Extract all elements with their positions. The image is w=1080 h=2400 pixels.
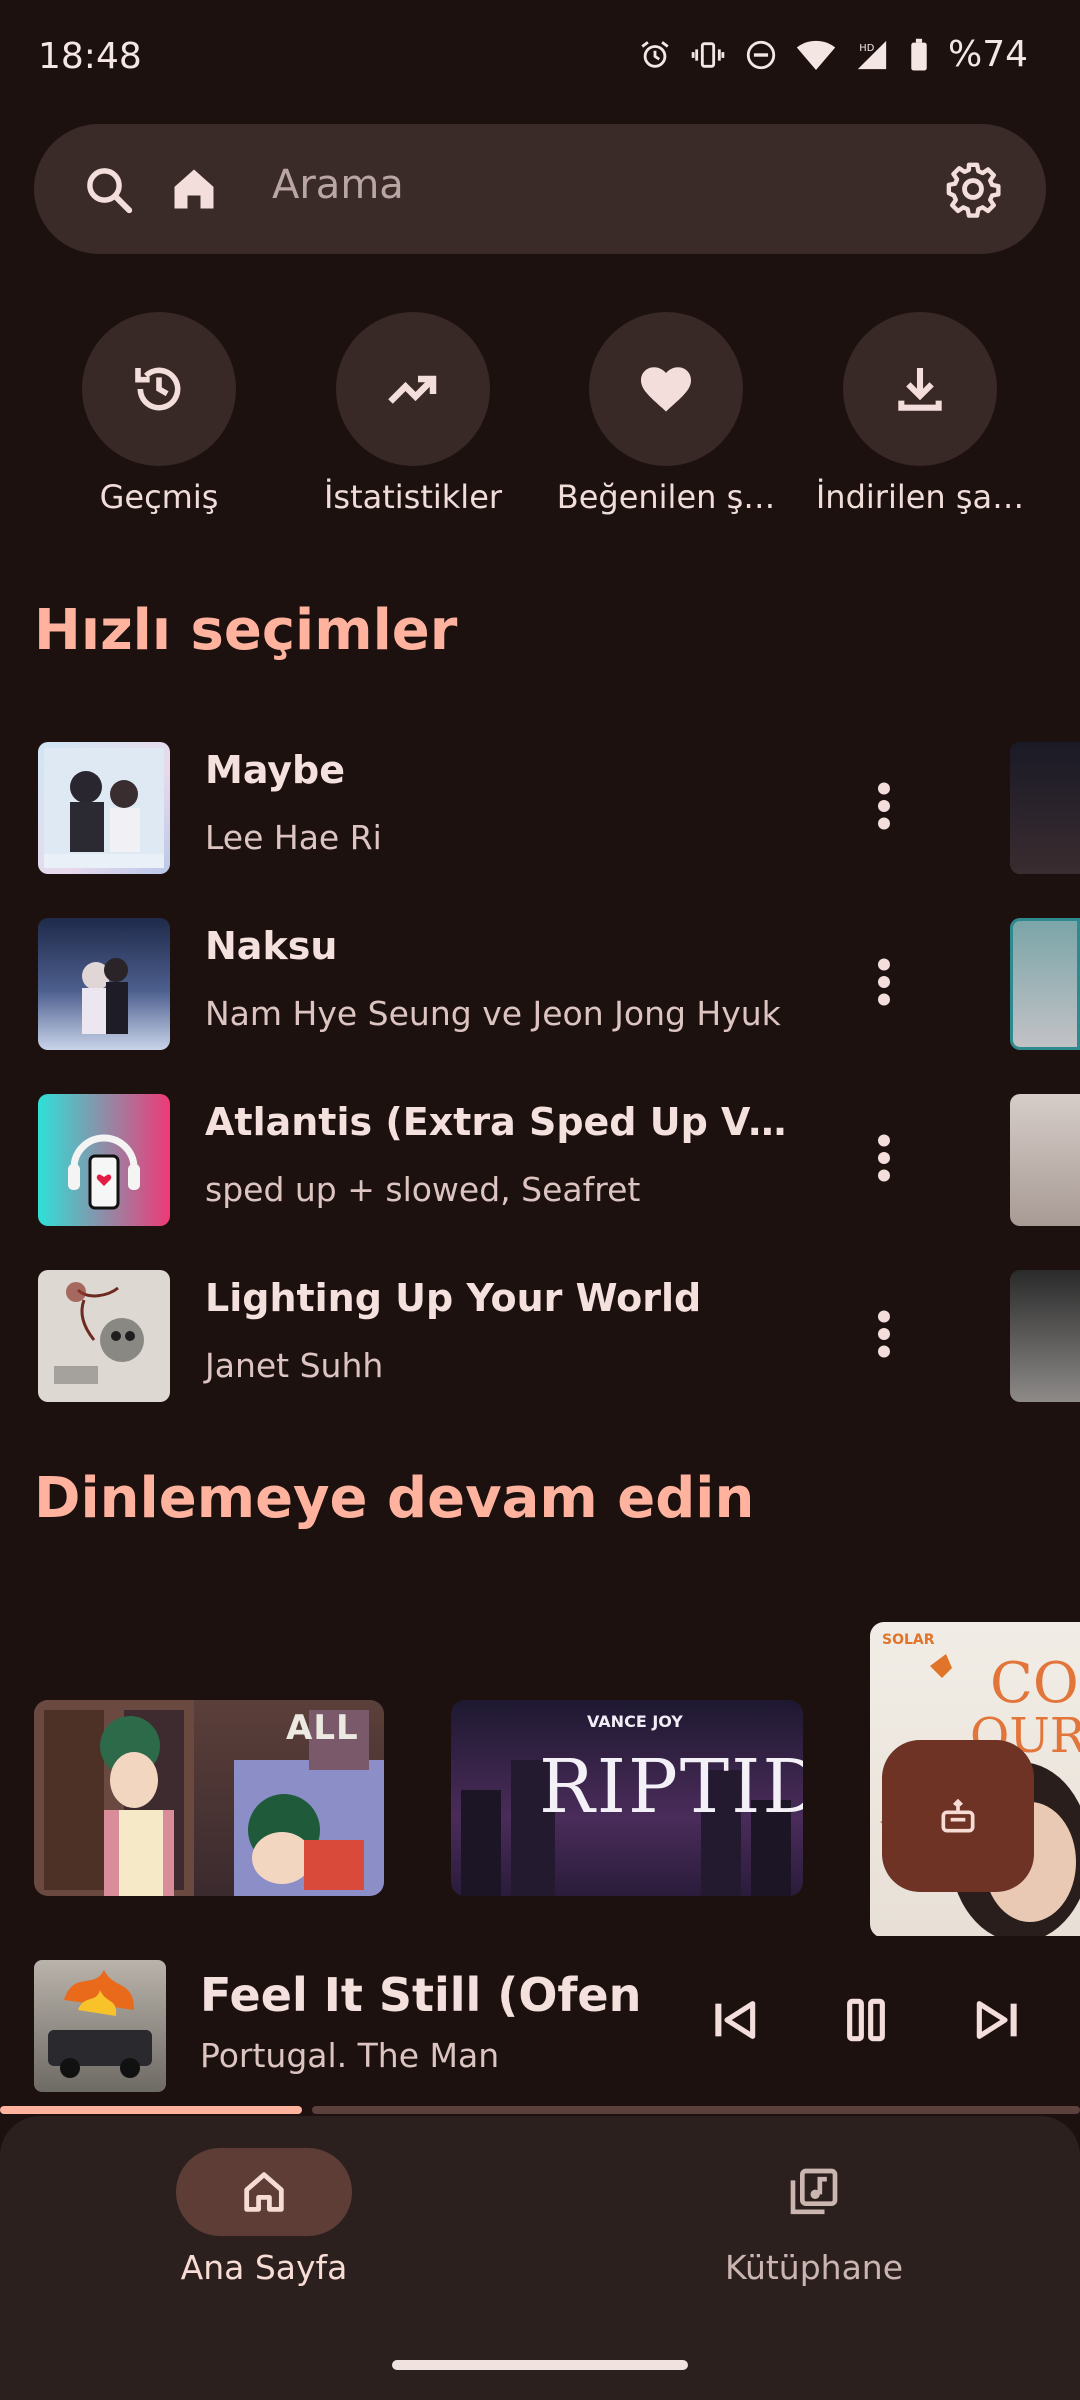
song-title: Atlantis (Extra Sped Up Vers… xyxy=(205,1100,805,1144)
now-playing-artist: Portugal. The Man xyxy=(200,2036,500,2075)
continue-card[interactable]: ALL xyxy=(34,1700,384,1896)
status-icons: HD %74 xyxy=(638,34,1028,75)
battery-icon xyxy=(908,38,930,72)
album-art xyxy=(38,742,170,874)
quick-action-label: Beğenilen ş… xyxy=(556,478,776,516)
song-row[interactable]: Maybe Lee Hae Ri xyxy=(0,724,1000,884)
alarm-icon xyxy=(638,38,672,72)
quick-action-stats[interactable]: İstatistikler xyxy=(297,312,529,516)
svg-text:CO: CO xyxy=(990,1651,1079,1716)
gear-icon[interactable] xyxy=(944,160,1002,218)
wifi-icon xyxy=(796,38,836,72)
search-bar[interactable]: Arama xyxy=(34,124,1046,254)
download-icon xyxy=(892,361,948,417)
card-poster-text: ALL xyxy=(286,1708,359,1748)
vibrate-icon xyxy=(690,38,726,72)
library-music-icon xyxy=(786,2164,842,2220)
fab-button[interactable] xyxy=(882,1740,1034,1892)
card-title-text: RIPTIDE xyxy=(539,1744,803,1830)
quick-action-circle[interactable] xyxy=(336,312,490,466)
quick-pick-peek-art[interactable] xyxy=(1010,1094,1080,1226)
nav-library-pill[interactable] xyxy=(726,2148,902,2236)
song-artist: Janet Suhh xyxy=(205,1346,384,1385)
continue-card[interactable]: VANCE JOY RIPTIDE xyxy=(451,1700,803,1896)
album-art xyxy=(38,1094,170,1226)
gesture-home-bar[interactable] xyxy=(392,2360,688,2370)
quick-action-circle[interactable] xyxy=(82,312,236,466)
quick-action-downloaded[interactable]: İndirilen şa… xyxy=(804,312,1036,516)
skip-next-icon[interactable] xyxy=(970,1992,1026,2048)
home-icon xyxy=(238,2166,290,2218)
now-playing-art xyxy=(34,1960,166,2092)
song-artist: Lee Hae Ri xyxy=(205,818,382,857)
pause-icon[interactable] xyxy=(838,1992,894,2048)
album-art xyxy=(38,1270,170,1402)
song-title: Maybe xyxy=(205,748,346,792)
dnd-icon xyxy=(744,38,778,72)
section-title-continue-listening: Dinlemeye devam edin xyxy=(34,1466,755,1531)
quick-action-liked[interactable]: Beğenilen ş… xyxy=(550,312,782,516)
song-row[interactable]: Atlantis (Extra Sped Up Vers… sped up + … xyxy=(0,1076,1000,1236)
song-title: Naksu xyxy=(205,924,338,968)
song-row[interactable]: Lighting Up Your World Janet Suhh xyxy=(0,1252,1000,1412)
more-vert-icon[interactable] xyxy=(862,1128,906,1188)
quick-action-history[interactable]: Geçmiş xyxy=(43,312,275,516)
quick-action-label: İndirilen şa… xyxy=(815,478,1025,516)
nav-label-home: Ana Sayfa xyxy=(180,2248,348,2287)
album-art xyxy=(38,918,170,1050)
song-row[interactable]: Naksu Nam Hye Seung ve Jeon Jong Hyuk xyxy=(0,900,1000,1060)
progress-remaining[interactable] xyxy=(312,2106,1080,2114)
search-placeholder[interactable]: Arama xyxy=(272,162,404,208)
nav-home-pill[interactable] xyxy=(176,2148,352,2236)
history-icon xyxy=(131,361,187,417)
song-artist: sped up + slowed, Seafret xyxy=(205,1170,641,1209)
nav-item-home[interactable]: Ana Sayfa xyxy=(84,2148,444,2287)
more-vert-icon[interactable] xyxy=(862,776,906,836)
more-vert-icon[interactable] xyxy=(862,952,906,1012)
song-title: Lighting Up Your World xyxy=(205,1276,702,1320)
more-vert-icon[interactable] xyxy=(862,1304,906,1364)
quick-action-circle[interactable] xyxy=(589,312,743,466)
progress-played[interactable] xyxy=(0,2106,302,2114)
song-artist: Nam Hye Seung ve Jeon Jong Hyuk xyxy=(205,994,781,1033)
svg-text:HD: HD xyxy=(859,42,874,53)
mini-player[interactable]: Feel It Still (Ofenba Portugal. The Man xyxy=(0,1936,1080,2116)
trending-up-icon xyxy=(383,359,443,419)
search-icon[interactable] xyxy=(82,163,136,217)
bottom-nav: Ana Sayfa Kütüphane xyxy=(0,2116,1080,2400)
status-time: 18:48 xyxy=(38,36,142,77)
quick-action-label: Geçmiş xyxy=(99,478,219,516)
quick-pick-peek-art[interactable] xyxy=(1010,918,1080,1050)
signal-icon: HD xyxy=(854,38,890,72)
section-title-quick-picks: Hızlı seçimler xyxy=(34,598,458,663)
nav-label-library: Kütüphane xyxy=(724,2248,904,2287)
home-icon xyxy=(168,163,220,215)
quick-pick-peek-art[interactable] xyxy=(1010,742,1080,874)
quick-action-label: İstatistikler xyxy=(323,478,503,516)
now-playing-title: Feel It Still (Ofenba xyxy=(200,1968,640,2022)
heart-icon xyxy=(636,359,696,419)
card-artist-text: VANCE JOY xyxy=(587,1712,683,1731)
battery-percent: %74 xyxy=(947,34,1028,75)
fab-icon xyxy=(936,1794,980,1838)
nav-item-library[interactable]: Kütüphane xyxy=(634,2148,994,2287)
quick-pick-peek-art[interactable] xyxy=(1010,1270,1080,1402)
card-label-text: SOLAR xyxy=(882,1632,935,1648)
skip-previous-icon[interactable] xyxy=(706,1992,762,2048)
quick-action-circle[interactable] xyxy=(843,312,997,466)
